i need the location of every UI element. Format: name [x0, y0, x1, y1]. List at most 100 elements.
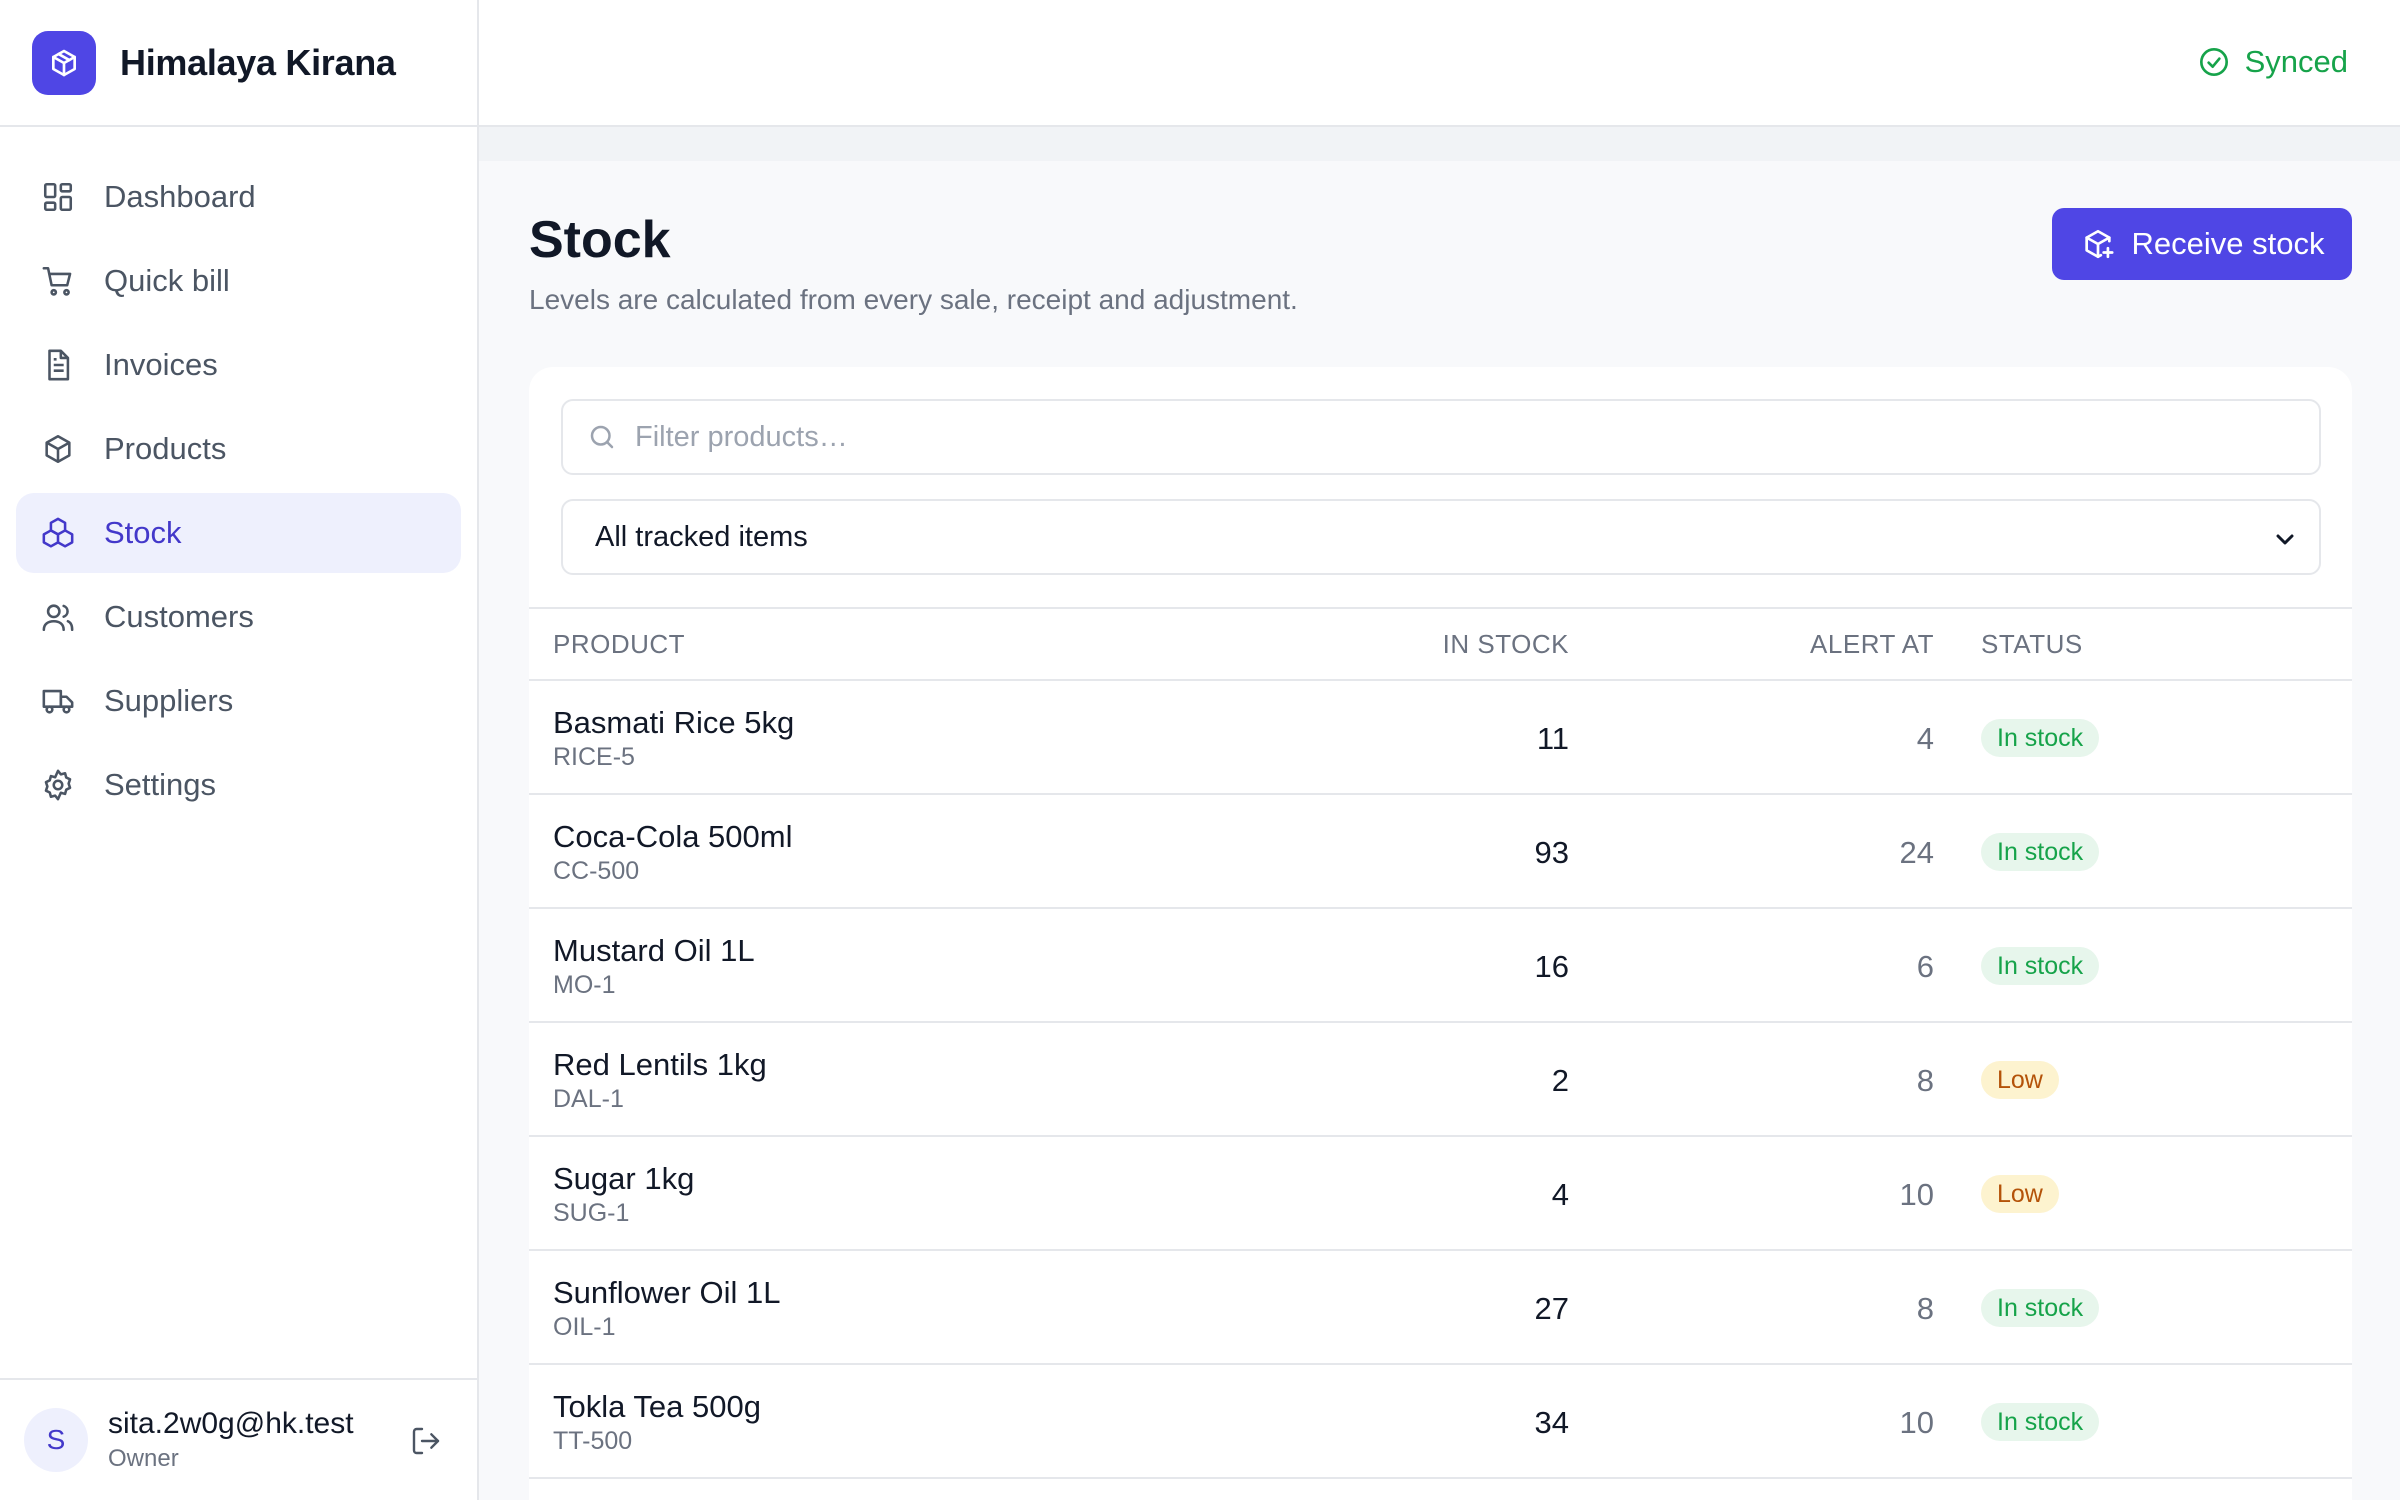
stock-table: PRODUCT IN STOCK ALERT AT STATUS Basmati…: [529, 607, 2352, 1479]
sidebar-item-label: Stock: [104, 515, 182, 550]
brand: Himalaya Kirana: [0, 0, 477, 127]
product-name: Red Lentils 1kg: [553, 1047, 767, 1082]
alert-at-value: 8: [1916, 1063, 1934, 1098]
sidebar-item-label: Products: [104, 431, 227, 466]
column-header-in-stock[interactable]: IN STOCK: [1443, 629, 1569, 660]
search-box: [561, 399, 2321, 475]
user-panel: S sita.2w0g@hk.test Owner: [0, 1378, 477, 1500]
product-sku: CC-500: [553, 857, 640, 885]
table-row[interactable]: Basmati Rice 5kg RICE-5 11 4 In stock: [529, 681, 2352, 795]
table-row[interactable]: Sugar 1kg SUG-1 4 10 Low: [529, 1137, 2352, 1251]
table-header: PRODUCT IN STOCK ALERT AT STATUS: [529, 607, 2352, 681]
sidebar-item-label: Customers: [104, 599, 254, 634]
product-sku: RICE-5: [553, 743, 635, 771]
gear-icon: [40, 767, 76, 803]
avatar: S: [24, 1408, 88, 1472]
in-stock-value: 11: [1536, 721, 1569, 756]
product-name: Basmati Rice 5kg: [553, 705, 795, 740]
logout-icon[interactable]: [406, 1421, 446, 1461]
alert-at-value: 24: [1899, 835, 1934, 870]
column-header-status[interactable]: STATUS: [1981, 629, 2083, 660]
sidebar-item-quick-bill[interactable]: Quick bill: [16, 241, 461, 321]
product-name: Mustard Oil 1L: [553, 933, 755, 968]
table-row[interactable]: Mustard Oil 1L MO-1 16 6 In stock: [529, 909, 2352, 1023]
page-title: Stock: [529, 211, 671, 269]
alert-at-value: 8: [1916, 1291, 1934, 1326]
users-icon: [40, 599, 76, 635]
cart-icon: [40, 263, 76, 299]
alert-at-value: 4: [1916, 721, 1934, 756]
product-name: Sunflower Oil 1L: [553, 1275, 781, 1310]
status-badge: In stock: [1981, 947, 2100, 985]
stock-filter-value: All tracked items: [595, 520, 808, 553]
in-stock-value: 34: [1534, 1405, 1569, 1440]
status-badge: Low: [1981, 1175, 2059, 1213]
box-icon: [40, 431, 76, 467]
box-plus-icon: [2080, 226, 2116, 262]
sidebar-item-label: Dashboard: [104, 179, 256, 214]
alert-at-value: 10: [1899, 1405, 1934, 1440]
search-input[interactable]: [635, 420, 2285, 454]
status-badge: In stock: [1981, 1289, 2100, 1327]
alert-at-value: 10: [1899, 1177, 1934, 1212]
sidebar-item-suppliers[interactable]: Suppliers: [16, 661, 461, 741]
table-row[interactable]: Sunflower Oil 1L OIL-1 27 8 In stock: [529, 1251, 2352, 1365]
status-badge: In stock: [1981, 1403, 2100, 1441]
sidebar-item-label: Quick bill: [104, 263, 230, 298]
sidebar-item-label: Invoices: [104, 347, 218, 382]
sidebar-item-label: Settings: [104, 767, 217, 802]
sidebar-item-label: Suppliers: [104, 683, 234, 718]
box-logo-icon: [32, 30, 96, 95]
receive-stock-button[interactable]: Receive stock: [2052, 208, 2352, 280]
search-icon: [585, 420, 619, 454]
sidebar-nav: Dashboard Quick bill Invoices Products S…: [0, 127, 477, 825]
in-stock-value: 4: [1551, 1177, 1569, 1212]
sidebar-item-invoices[interactable]: Invoices: [16, 325, 461, 405]
in-stock-value: 2: [1551, 1063, 1569, 1098]
top-bar: Synced: [479, 0, 2400, 127]
status-badge: Low: [1981, 1061, 2059, 1099]
sidebar: Himalaya Kirana Dashboard Quick bill Inv…: [0, 0, 479, 1500]
product-name: Coca-Cola 500ml: [553, 819, 793, 854]
page-subtitle: Levels are calculated from every sale, r…: [529, 284, 1298, 315]
sidebar-item-customers[interactable]: Customers: [16, 577, 461, 657]
check-circle-icon: [2197, 45, 2231, 79]
user-role: Owner: [108, 1445, 179, 1472]
product-sku: DAL-1: [553, 1085, 624, 1113]
document-icon: [40, 347, 76, 383]
stock-filter-select[interactable]: All tracked items: [561, 499, 2321, 575]
chevron-down-icon: [2276, 534, 2294, 545]
product-name: Tokla Tea 500g: [553, 1389, 761, 1424]
product-sku: TT-500: [553, 1427, 633, 1455]
table-row[interactable]: Tokla Tea 500g TT-500 34 10 In stock: [529, 1365, 2352, 1479]
sync-status-label: Synced: [2244, 44, 2348, 79]
sync-status: Synced: [2197, 44, 2348, 80]
sidebar-item-stock[interactable]: Stock: [16, 493, 461, 573]
stock-card: All tracked items PRODUCT IN STOCK ALERT…: [529, 367, 2352, 1500]
in-stock-value: 16: [1534, 949, 1569, 984]
main-content: Stock Levels are calculated from every s…: [479, 127, 2400, 1500]
in-stock-value: 93: [1534, 835, 1569, 870]
product-sku: SUG-1: [553, 1199, 630, 1227]
table-row[interactable]: Red Lentils 1kg DAL-1 2 8 Low: [529, 1023, 2352, 1137]
receive-stock-label: Receive stock: [2131, 226, 2325, 261]
app-root: Himalaya Kirana Dashboard Quick bill Inv…: [0, 0, 2400, 1500]
in-stock-value: 27: [1534, 1291, 1569, 1326]
sidebar-item-dashboard[interactable]: Dashboard: [16, 157, 461, 237]
user-info: sita.2w0g@hk.test Owner: [108, 1407, 354, 1473]
user-email: sita.2w0g@hk.test: [108, 1407, 354, 1440]
stack-icon: [40, 515, 76, 551]
column-header-product[interactable]: PRODUCT: [553, 629, 685, 660]
truck-icon: [40, 683, 76, 719]
app-name: Himalaya Kirana: [120, 41, 396, 83]
status-badge: In stock: [1981, 719, 2100, 757]
alert-at-value: 6: [1916, 949, 1934, 984]
sidebar-item-products[interactable]: Products: [16, 409, 461, 489]
dashboard-icon: [40, 179, 76, 215]
table-row[interactable]: Coca-Cola 500ml CC-500 93 24 In stock: [529, 795, 2352, 909]
sidebar-item-settings[interactable]: Settings: [16, 745, 461, 825]
status-badge: In stock: [1981, 833, 2100, 871]
column-header-alert-at[interactable]: ALERT AT: [1810, 629, 1934, 660]
product-sku: MO-1: [553, 971, 616, 999]
product-name: Sugar 1kg: [553, 1161, 695, 1196]
